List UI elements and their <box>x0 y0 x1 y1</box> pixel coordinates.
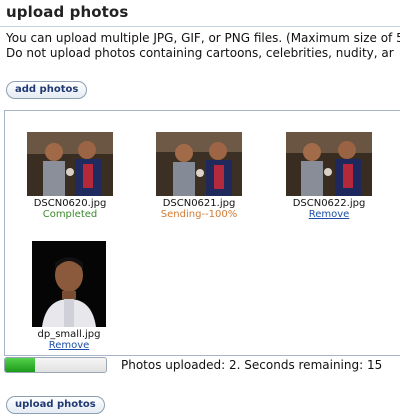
upload-status: Sending--100% <box>160 209 238 220</box>
upload-progress-text: Photos uploaded: 2. Seconds remaining: 1… <box>121 358 383 372</box>
photo-filename: DSCN0621.jpg <box>162 198 236 209</box>
photo-item: dp_small.jpg Remove <box>29 241 109 351</box>
photo-item: DSCN0621.jpg Sending--100% <box>154 132 244 220</box>
remove-link[interactable]: Remove <box>284 209 374 220</box>
title-divider <box>0 26 400 27</box>
photo-thumbnail[interactable] <box>156 132 242 196</box>
photo-thumbnail[interactable] <box>286 132 372 196</box>
instructions-line-1: You can upload multiple JPG, GIF, or PNG… <box>6 31 400 45</box>
upload-status: Completed <box>42 209 98 220</box>
photo-thumbnail[interactable] <box>27 132 113 196</box>
photo-upload-panel: DSCN0620.jpg Completed DSCN0621.jpg Send… <box>4 110 400 356</box>
photo-thumbnail[interactable] <box>32 241 106 327</box>
add-photos-button[interactable]: add photos <box>6 81 88 99</box>
instructions-line-2: Do not upload photos containing cartoons… <box>6 46 394 60</box>
photo-filename: DSCN0620.jpg <box>33 198 107 209</box>
upload-progress-bar <box>4 357 107 373</box>
photo-item: DSCN0622.jpg Remove <box>284 132 374 220</box>
photo-filename: dp_small.jpg <box>37 329 101 340</box>
photo-item: DSCN0620.jpg Completed <box>25 132 115 220</box>
remove-link[interactable]: Remove <box>29 340 109 351</box>
upload-instructions: You can upload multiple JPG, GIF, or PNG… <box>6 31 400 61</box>
progress-fill <box>5 358 36 372</box>
upload-photos-button[interactable]: upload photos <box>6 396 105 414</box>
page-title: upload photos <box>6 3 129 21</box>
photo-filename: DSCN0622.jpg <box>292 198 366 209</box>
